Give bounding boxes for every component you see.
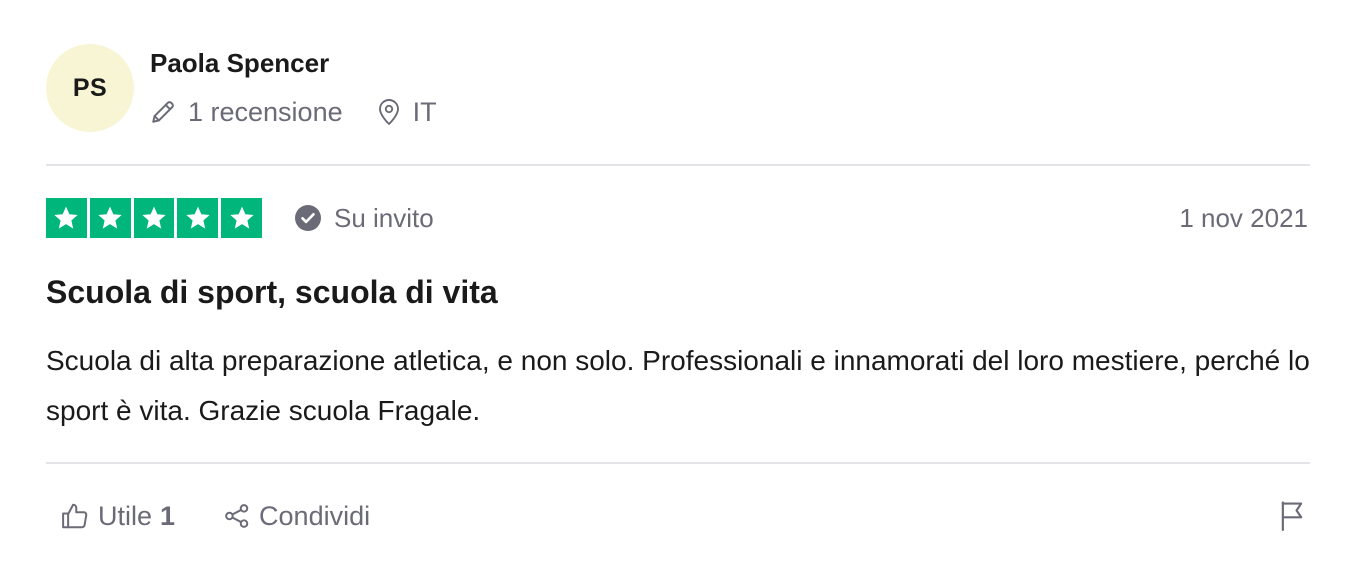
review-card: PS Paola Spencer 1 recensione IT Su invi… — [46, 0, 1310, 584]
reviews-count-label: 1 recensione — [188, 96, 343, 127]
share-button[interactable]: Condividi — [223, 501, 370, 532]
header-divider — [46, 164, 1310, 166]
reviewer-name[interactable]: Paola Spencer — [150, 48, 329, 79]
country-label: IT — [412, 96, 437, 127]
useful-count: 1 — [160, 500, 176, 531]
location-pin-icon — [377, 98, 401, 126]
avatar-initials: PS — [72, 73, 108, 102]
reviewer-location: IT — [377, 97, 437, 128]
avatar[interactable]: PS — [46, 44, 134, 132]
star-rating — [46, 198, 262, 238]
review-title[interactable]: Scuola di sport, scuola di vita — [46, 274, 498, 311]
footer-divider — [46, 462, 1310, 464]
review-actions: Utile 1 Condividi — [60, 496, 370, 536]
reviewer-reviews-count: 1 recensione — [150, 97, 343, 128]
review-date: 1 nov 2021 — [1179, 202, 1308, 233]
review-body: Scuola di alta preparazione atletica, e … — [46, 345, 1310, 426]
share-icon — [223, 502, 251, 530]
star-icon — [46, 198, 87, 238]
star-icon — [177, 198, 219, 238]
useful-label: Utile — [98, 500, 153, 531]
invite-label: Su invito — [334, 202, 434, 233]
star-icon — [221, 198, 262, 238]
star-icon — [133, 198, 175, 238]
pencil-icon — [150, 99, 176, 125]
report-button[interactable] — [1276, 500, 1308, 534]
reviewer-meta: 1 recensione IT — [150, 94, 437, 130]
check-circle-icon — [294, 204, 322, 232]
thumbs-up-icon — [60, 501, 90, 531]
share-label: Condividi — [259, 500, 371, 531]
useful-button[interactable]: Utile 1 — [60, 501, 175, 532]
flag-icon — [1278, 499, 1306, 536]
star-icon — [89, 198, 131, 238]
invite-badge[interactable]: Su invito — [294, 201, 434, 235]
